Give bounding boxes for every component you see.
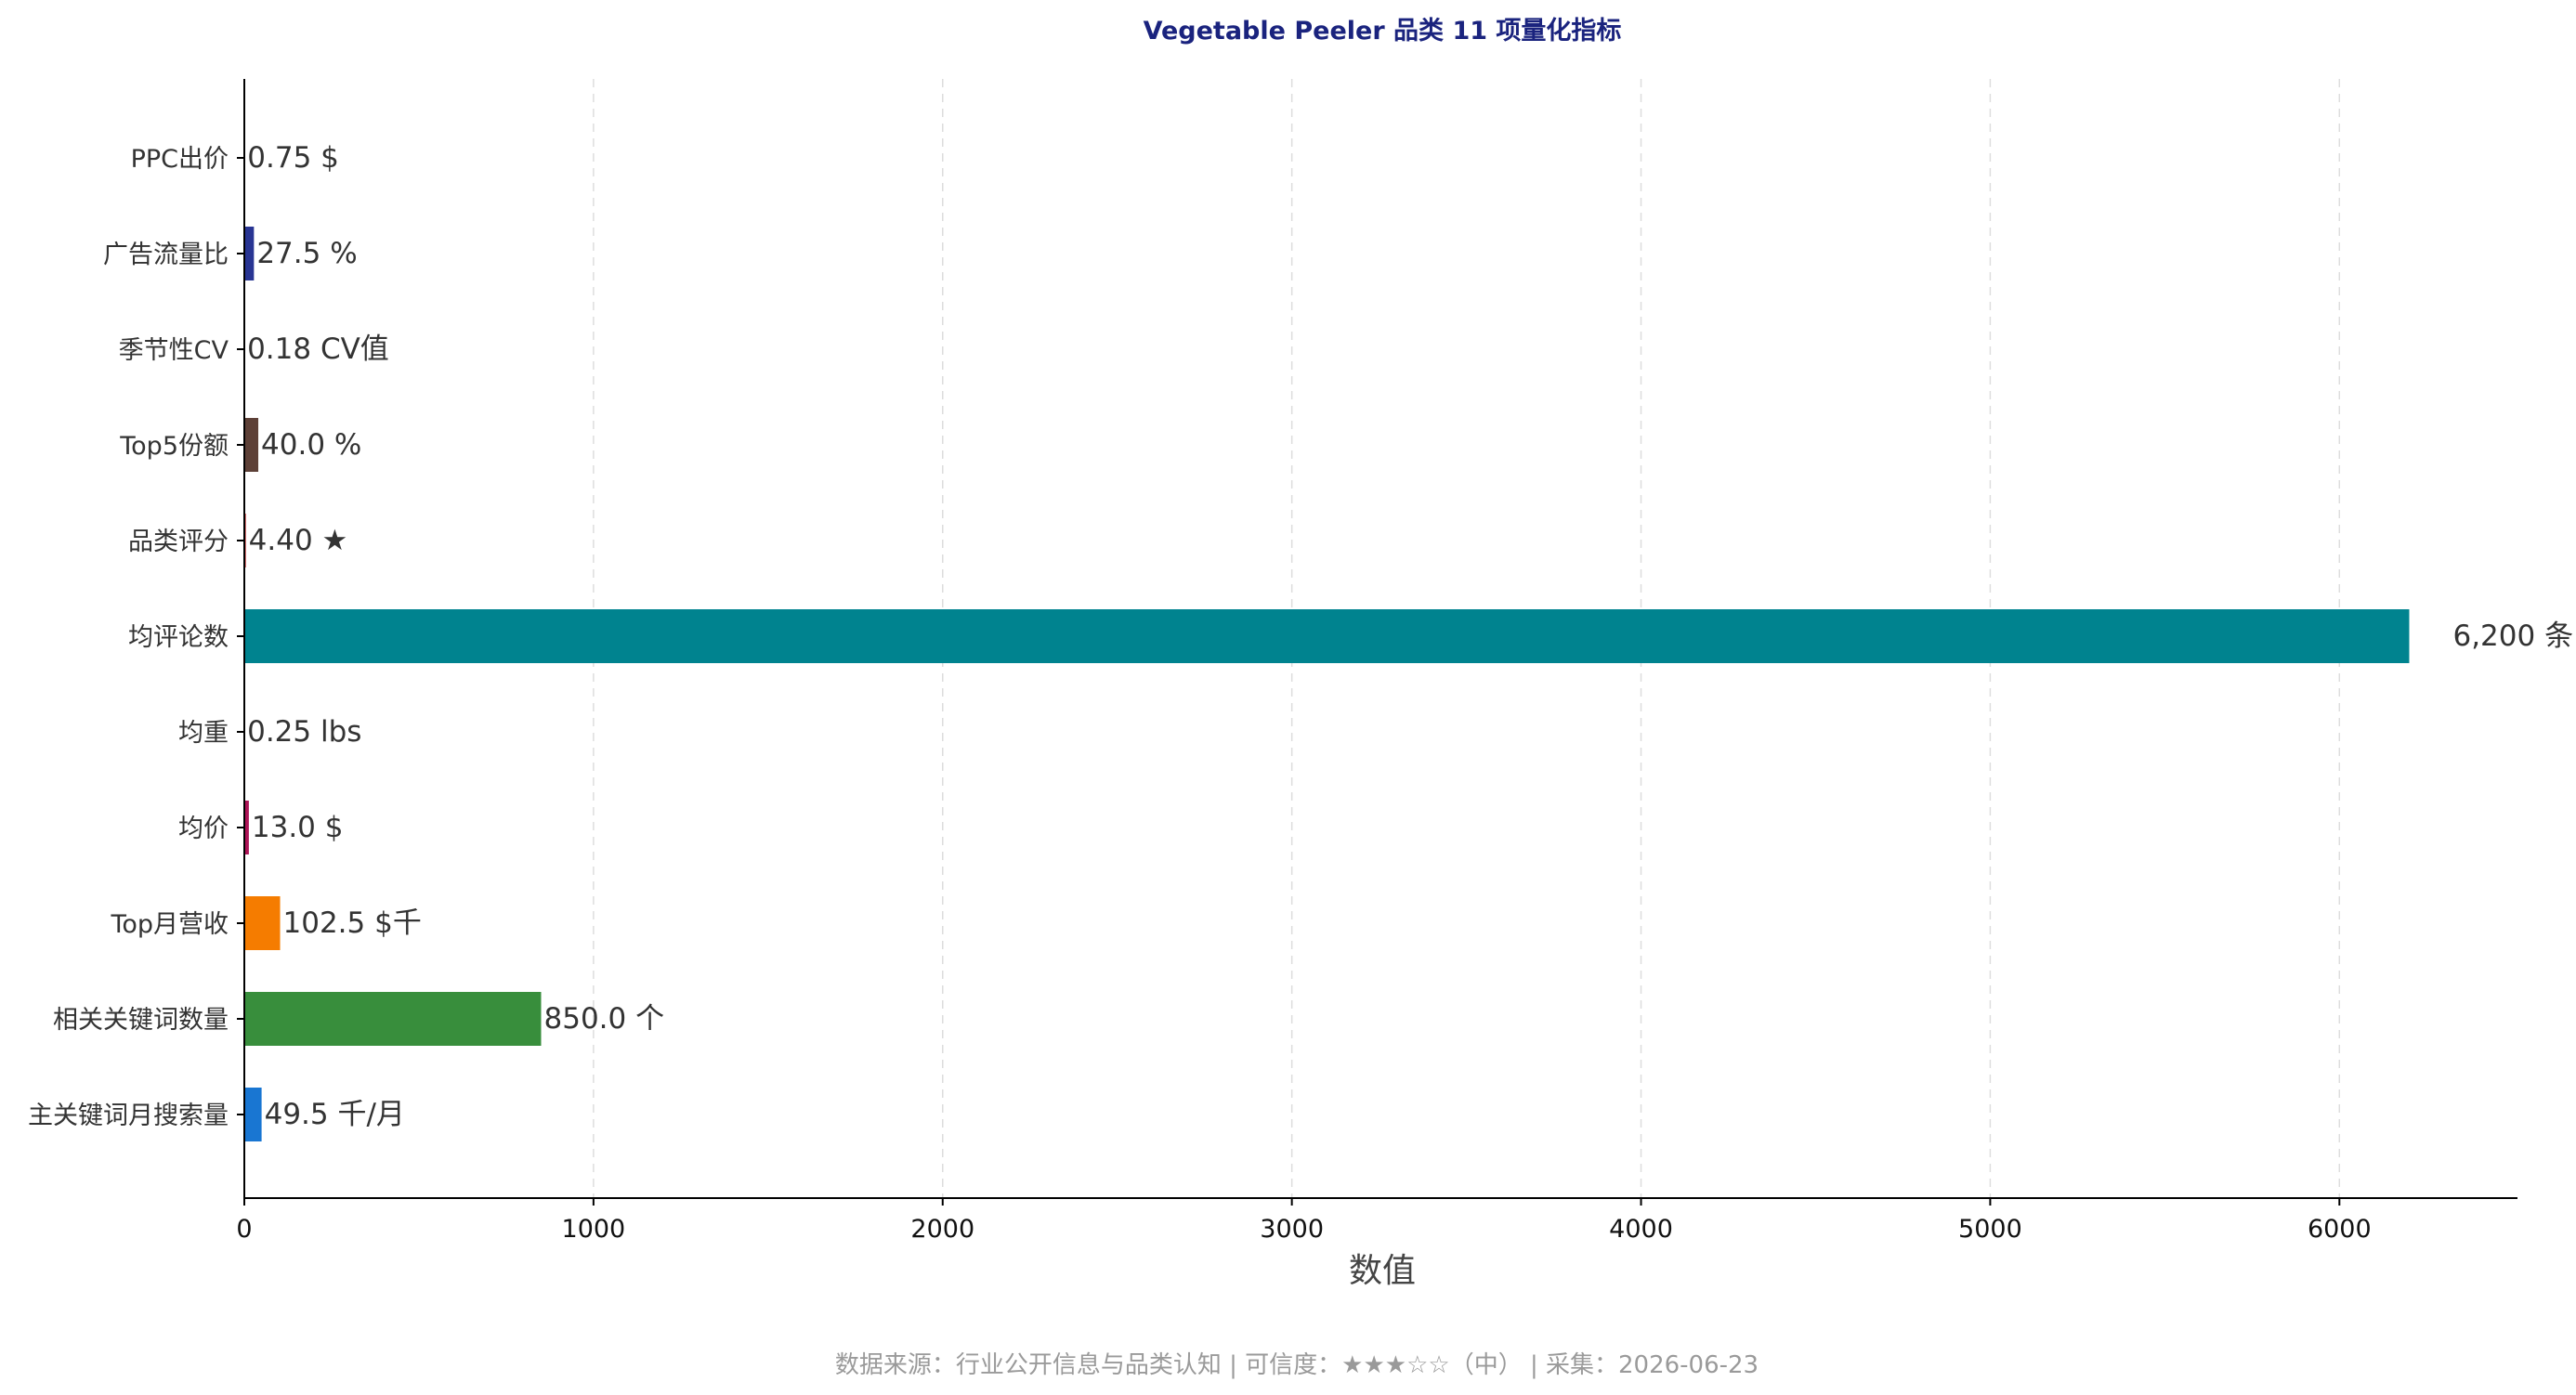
x-tick-label: 0 — [236, 1215, 252, 1244]
bar — [244, 1088, 262, 1141]
bar — [244, 227, 255, 280]
x-axis-title: 数值 — [1349, 1252, 1416, 1290]
category-label: 主关键词月搜索量 — [28, 1102, 229, 1130]
bar — [244, 896, 281, 950]
category-label: 均价 — [178, 815, 229, 843]
x-tick-label: 4000 — [1609, 1215, 1673, 1244]
category-label: Top5份额 — [119, 432, 229, 461]
x-tick-label: 2000 — [910, 1215, 974, 1244]
category-label: 品类评分 — [128, 528, 229, 556]
bars — [244, 131, 2410, 1141]
data-label: 850.0 个 — [544, 1002, 665, 1036]
data-label: 102.5 $千 — [283, 906, 422, 940]
data-label: 49.5 千/月 — [265, 1098, 405, 1131]
data-label: 40.0 % — [261, 428, 361, 462]
x-tick-label: 5000 — [1958, 1215, 2022, 1244]
data-label: 27.5 % — [256, 237, 357, 270]
category-label: 广告流量比 — [103, 241, 229, 269]
bar — [244, 992, 542, 1046]
chart-title: Vegetable Peeler 品类 11 项量化指标 — [1144, 17, 1622, 46]
data-label: 0.25 lbs — [247, 715, 361, 749]
data-label: 13.0 $ — [252, 811, 344, 844]
category-label: 季节性CV — [119, 336, 229, 365]
footer-source-note: 数据来源：行业公开信息与品类认知 | 可信度：★★★☆☆（中） | 采集：202… — [835, 1351, 1759, 1379]
bar — [244, 609, 2410, 663]
x-tick-label: 1000 — [562, 1215, 626, 1244]
y-tick-labels: PPC出价广告流量比季节性CV Top5份额品类评分均评论数均重均价 Top月营收相… — [28, 145, 244, 1130]
bar — [244, 418, 259, 472]
data-label: 0.75 $ — [247, 141, 339, 175]
data-label: 6,200 条 — [2452, 619, 2573, 653]
x-tick-label: 6000 — [2308, 1215, 2372, 1244]
x-tick-labels: 0 1000 2000 3000 4000 5000 6000 — [236, 1198, 2372, 1244]
x-tick-label: 3000 — [1260, 1215, 1324, 1244]
data-label: 0.18 CV值 — [247, 332, 389, 366]
data-label: 4.40 ★ — [249, 524, 348, 557]
chart-canvas: Vegetable Peeler 品类 11 项量化指标 0.75 $ 27.5 … — [28, 17, 2573, 1379]
category-label: 均重 — [178, 719, 229, 748]
category-label: PPC出价 — [131, 145, 229, 174]
category-label: Top月营收 — [110, 910, 229, 939]
category-label: 均评论数 — [128, 623, 229, 652]
category-label: 相关关键词数量 — [53, 1006, 229, 1035]
